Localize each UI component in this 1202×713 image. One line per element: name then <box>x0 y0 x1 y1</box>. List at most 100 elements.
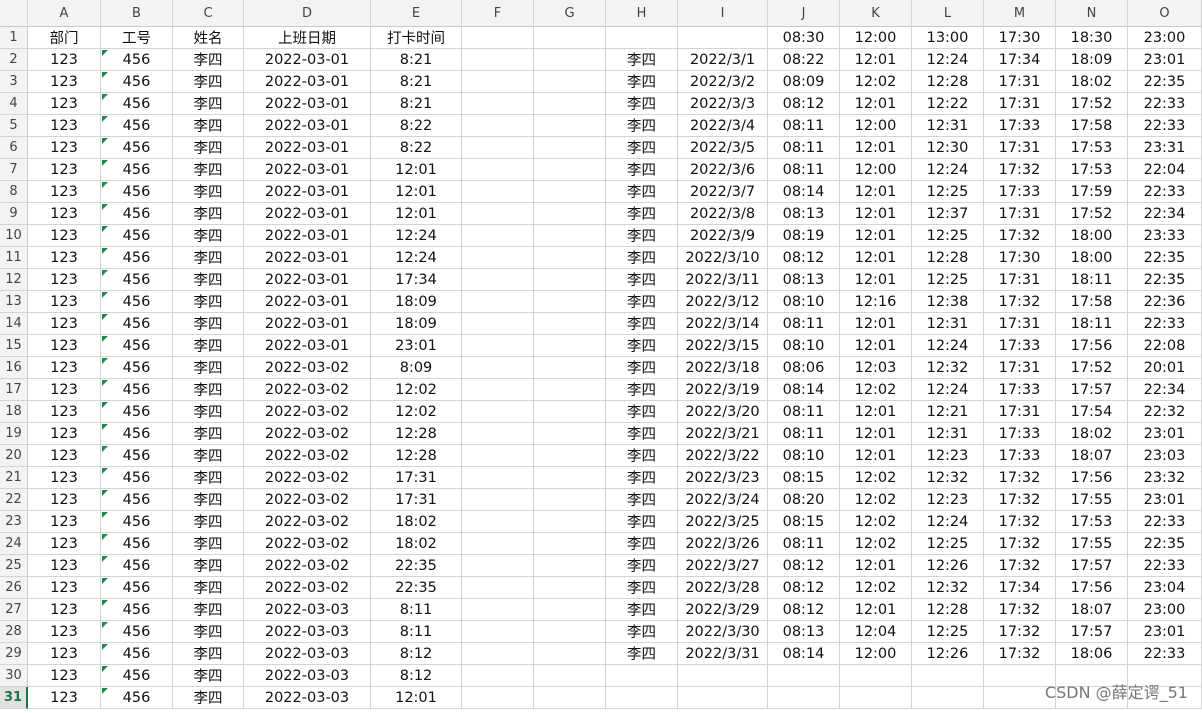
cell-j9[interactable]: 08:13 <box>768 203 840 225</box>
cell-o7[interactable]: 22:04 <box>1128 159 1202 181</box>
cell-l8[interactable]: 12:25 <box>912 181 984 203</box>
cell-k13[interactable]: 12:16 <box>840 291 912 313</box>
cell-d24[interactable]: 2022-03-02 <box>244 533 371 555</box>
cell-e13[interactable]: 18:09 <box>371 291 462 313</box>
cell-o12[interactable]: 22:35 <box>1128 269 1202 291</box>
cell-l6[interactable]: 12:30 <box>912 137 984 159</box>
cell-l20[interactable]: 12:23 <box>912 445 984 467</box>
cell-g21[interactable] <box>534 467 606 489</box>
cell-b7[interactable]: 456 <box>101 159 173 181</box>
cell-m27[interactable]: 17:32 <box>984 599 1056 621</box>
cell-i27[interactable]: 2022/3/29 <box>678 599 768 621</box>
cell-k24[interactable]: 12:02 <box>840 533 912 555</box>
cell-j25[interactable]: 08:12 <box>768 555 840 577</box>
cell-o16[interactable]: 20:01 <box>1128 357 1202 379</box>
cell-f11[interactable] <box>462 247 534 269</box>
cell-f28[interactable] <box>462 621 534 643</box>
row-header-14[interactable]: 14 <box>0 313 28 335</box>
cell-c6[interactable]: 李四 <box>173 137 244 159</box>
cell-h25[interactable]: 李四 <box>606 555 678 577</box>
cell-h16[interactable]: 李四 <box>606 357 678 379</box>
cell-c3[interactable]: 李四 <box>173 71 244 93</box>
cell-j4[interactable]: 08:12 <box>768 93 840 115</box>
cell-e6[interactable]: 8:22 <box>371 137 462 159</box>
cell-g2[interactable] <box>534 49 606 71</box>
cell-c9[interactable]: 李四 <box>173 203 244 225</box>
cell-n28[interactable]: 17:57 <box>1056 621 1128 643</box>
cell-d11[interactable]: 2022-03-01 <box>244 247 371 269</box>
cell-j7[interactable]: 08:11 <box>768 159 840 181</box>
cell-a31[interactable]: 123 <box>28 687 101 709</box>
row-header-24[interactable]: 24 <box>0 533 28 555</box>
cell-n14[interactable]: 18:11 <box>1056 313 1128 335</box>
cell-l1[interactable]: 13:00 <box>912 27 984 49</box>
cell-g26[interactable] <box>534 577 606 599</box>
cell-o15[interactable]: 22:08 <box>1128 335 1202 357</box>
cell-i3[interactable]: 2022/3/2 <box>678 71 768 93</box>
cell-m18[interactable]: 17:31 <box>984 401 1056 423</box>
column-header-g[interactable]: G <box>534 0 606 27</box>
cell-c10[interactable]: 李四 <box>173 225 244 247</box>
cell-k11[interactable]: 12:01 <box>840 247 912 269</box>
cell-c22[interactable]: 李四 <box>173 489 244 511</box>
cell-c17[interactable]: 李四 <box>173 379 244 401</box>
cell-i22[interactable]: 2022/3/24 <box>678 489 768 511</box>
cell-b27[interactable]: 456 <box>101 599 173 621</box>
cell-o11[interactable]: 22:35 <box>1128 247 1202 269</box>
cell-l9[interactable]: 12:37 <box>912 203 984 225</box>
cell-e22[interactable]: 17:31 <box>371 489 462 511</box>
column-header-i[interactable]: I <box>678 0 768 27</box>
cell-l23[interactable]: 12:24 <box>912 511 984 533</box>
cell-l19[interactable]: 12:31 <box>912 423 984 445</box>
cell-k21[interactable]: 12:02 <box>840 467 912 489</box>
cell-k30[interactable] <box>840 665 912 687</box>
cell-m26[interactable]: 17:34 <box>984 577 1056 599</box>
cell-j8[interactable]: 08:14 <box>768 181 840 203</box>
cell-c28[interactable]: 李四 <box>173 621 244 643</box>
cell-c31[interactable]: 李四 <box>173 687 244 709</box>
cell-k19[interactable]: 12:01 <box>840 423 912 445</box>
cell-e18[interactable]: 12:02 <box>371 401 462 423</box>
cell-h19[interactable]: 李四 <box>606 423 678 445</box>
cell-f18[interactable] <box>462 401 534 423</box>
cell-j18[interactable]: 08:11 <box>768 401 840 423</box>
row-header-11[interactable]: 11 <box>0 247 28 269</box>
cell-d14[interactable]: 2022-03-01 <box>244 313 371 335</box>
cell-j2[interactable]: 08:22 <box>768 49 840 71</box>
cell-h24[interactable]: 李四 <box>606 533 678 555</box>
cell-m6[interactable]: 17:31 <box>984 137 1056 159</box>
cell-e23[interactable]: 18:02 <box>371 511 462 533</box>
cell-d29[interactable]: 2022-03-03 <box>244 643 371 665</box>
column-header-o[interactable]: O <box>1128 0 1202 27</box>
cell-f13[interactable] <box>462 291 534 313</box>
cell-n18[interactable]: 17:54 <box>1056 401 1128 423</box>
cell-g18[interactable] <box>534 401 606 423</box>
cell-e8[interactable]: 12:01 <box>371 181 462 203</box>
cell-f8[interactable] <box>462 181 534 203</box>
cell-l21[interactable]: 12:32 <box>912 467 984 489</box>
cell-b18[interactable]: 456 <box>101 401 173 423</box>
cell-n27[interactable]: 18:07 <box>1056 599 1128 621</box>
cell-m1[interactable]: 17:30 <box>984 27 1056 49</box>
cell-k16[interactable]: 12:03 <box>840 357 912 379</box>
cell-k31[interactable] <box>840 687 912 709</box>
cell-j3[interactable]: 08:09 <box>768 71 840 93</box>
cell-d12[interactable]: 2022-03-01 <box>244 269 371 291</box>
cell-j15[interactable]: 08:10 <box>768 335 840 357</box>
cell-e9[interactable]: 12:01 <box>371 203 462 225</box>
cell-o24[interactable]: 22:35 <box>1128 533 1202 555</box>
cell-c16[interactable]: 李四 <box>173 357 244 379</box>
column-header-f[interactable]: F <box>462 0 534 27</box>
cell-k12[interactable]: 12:01 <box>840 269 912 291</box>
cell-h7[interactable]: 李四 <box>606 159 678 181</box>
cell-e5[interactable]: 8:22 <box>371 115 462 137</box>
cell-g29[interactable] <box>534 643 606 665</box>
cell-j16[interactable]: 08:06 <box>768 357 840 379</box>
cell-j6[interactable]: 08:11 <box>768 137 840 159</box>
cell-a28[interactable]: 123 <box>28 621 101 643</box>
cell-c7[interactable]: 李四 <box>173 159 244 181</box>
cell-j23[interactable]: 08:15 <box>768 511 840 533</box>
cell-f15[interactable] <box>462 335 534 357</box>
cell-i2[interactable]: 2022/3/1 <box>678 49 768 71</box>
cell-o9[interactable]: 22:34 <box>1128 203 1202 225</box>
